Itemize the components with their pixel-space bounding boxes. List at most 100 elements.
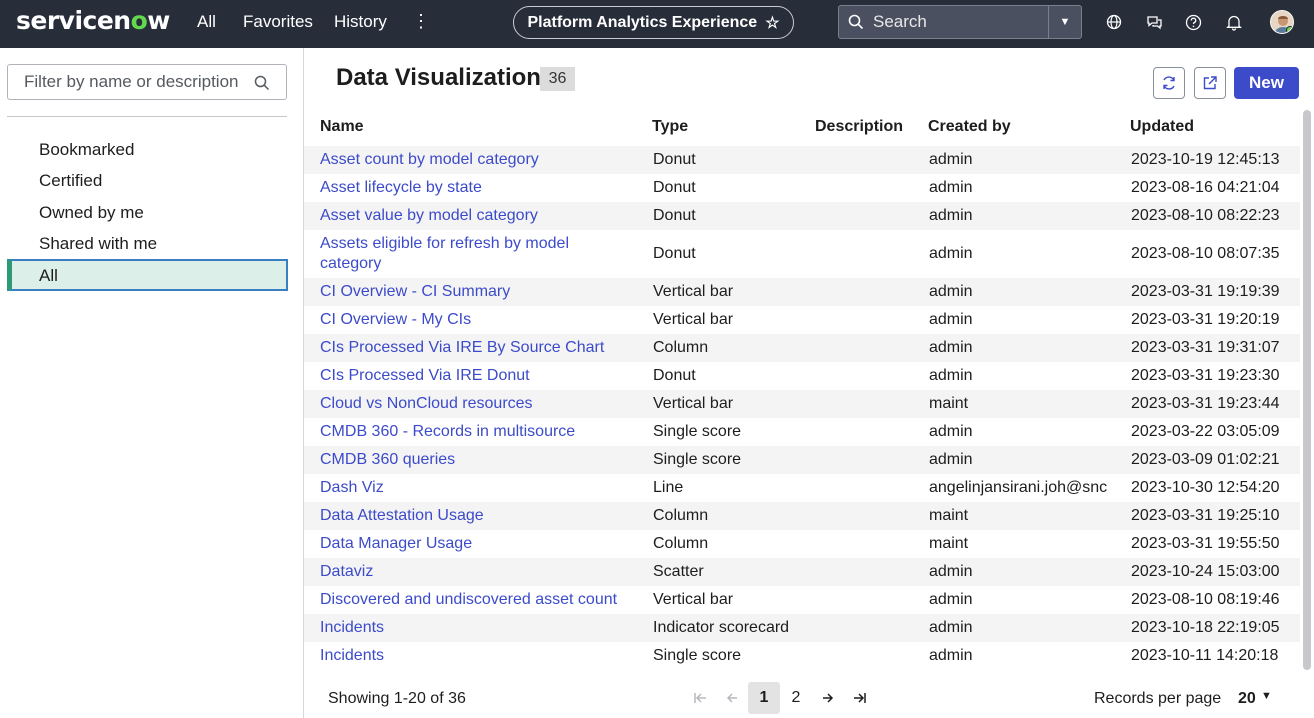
- column-header-name[interactable]: Name: [320, 118, 364, 136]
- sidebar-item-label: All: [39, 266, 58, 285]
- row-updated: 2023-08-16 04:21:04: [1131, 179, 1280, 196]
- row-name-link[interactable]: Asset value by model category: [320, 206, 538, 226]
- table-row[interactable]: CIs Processed Via IRE By Source Chart Col…: [304, 334, 1300, 362]
- row-name-link[interactable]: Data Attestation Usage: [320, 506, 484, 526]
- search-placeholder[interactable]: Search: [873, 12, 1048, 32]
- table-row[interactable]: Asset lifecycle by state Donut admin 2023-0…: [304, 174, 1300, 202]
- row-created-by: admin: [929, 647, 973, 664]
- table-row[interactable]: CI Overview - My CIs Vertical bar admin 202…: [304, 306, 1300, 334]
- row-created-by: angelinjansirani.joh@snc: [929, 479, 1108, 496]
- table-row[interactable]: Asset value by model category Donut admin 2…: [304, 202, 1300, 230]
- row-name-link[interactable]: Cloud vs NonCloud resources: [320, 394, 533, 414]
- sidebar-item-certified[interactable]: Certified: [39, 171, 102, 191]
- notification-bell-icon[interactable]: [1225, 13, 1243, 31]
- table-row[interactable]: CIs Processed Via IRE Donut Donut admin 202…: [304, 362, 1300, 390]
- row-type: Donut: [653, 151, 696, 168]
- row-name-link[interactable]: CIs Processed Via IRE By Source Chart: [320, 338, 604, 358]
- row-created-by: admin: [929, 179, 973, 196]
- user-avatar[interactable]: [1270, 10, 1294, 34]
- row-created-by: admin: [929, 207, 973, 224]
- table-row[interactable]: Dash Viz Line angelinjansirani.joh@snc 2023…: [304, 474, 1300, 502]
- table-row[interactable]: Data Manager Usage Column maint 2023-03-31 …: [304, 530, 1300, 558]
- row-created-by: admin: [929, 311, 973, 328]
- row-name-link[interactable]: Data Manager Usage: [320, 534, 472, 554]
- globe-icon[interactable]: [1105, 13, 1123, 31]
- row-name-link[interactable]: Incidents: [320, 618, 384, 638]
- servicenow-logo[interactable]: servicenow: [16, 6, 170, 35]
- logo-text-o: o: [130, 6, 148, 35]
- search-icon[interactable]: [254, 75, 270, 96]
- column-header-updated[interactable]: Updated: [1130, 118, 1194, 136]
- global-search[interactable]: Search ▼: [838, 5, 1082, 39]
- previous-page-icon[interactable]: [722, 682, 742, 714]
- column-header-type[interactable]: Type: [652, 118, 688, 136]
- row-name-link[interactable]: CMDB 360 - Records in multisource: [320, 422, 575, 442]
- nav-all[interactable]: All: [197, 12, 216, 32]
- row-name-link[interactable]: Discovered and undiscovered asset count: [320, 590, 617, 610]
- table-row[interactable]: Incidents Indicator scorecard admin 2023-10…: [304, 614, 1300, 642]
- sidebar-item-shared-with-me[interactable]: Shared with me: [39, 234, 157, 254]
- table-row[interactable]: CI Overview - CI Summary Vertical bar admi…: [304, 278, 1300, 306]
- page-1-button[interactable]: 1: [748, 682, 780, 714]
- nav-history[interactable]: History: [334, 12, 387, 32]
- next-page-icon[interactable]: [818, 682, 838, 714]
- table-row[interactable]: Asset count by model category Donut admin 2…: [304, 146, 1300, 174]
- filter-input[interactable]: [24, 72, 244, 92]
- row-updated: 2023-10-11 14:20:18: [1131, 647, 1279, 664]
- page-2-button[interactable]: 2: [786, 682, 806, 714]
- chevron-down-icon[interactable]: ▼: [1261, 690, 1272, 702]
- row-updated: 2023-03-31 19:23:44: [1131, 395, 1280, 412]
- row-name-link[interactable]: Dash Viz: [320, 478, 384, 498]
- row-name-link[interactable]: Assets eligible for refresh by model cat…: [320, 234, 610, 274]
- row-name-link[interactable]: CIs Processed Via IRE Donut: [320, 366, 530, 386]
- page-title: Data Visualizations: [336, 64, 555, 91]
- table-row[interactable]: Assets eligible for refresh by model cat…: [304, 230, 1300, 278]
- first-page-icon[interactable]: [690, 682, 710, 714]
- row-name-link[interactable]: Incidents: [320, 646, 384, 666]
- chat-icon[interactable]: [1145, 13, 1163, 31]
- row-name-link[interactable]: CI Overview - CI Summary: [320, 282, 510, 302]
- refresh-button[interactable]: [1153, 67, 1185, 99]
- row-type: Donut: [653, 179, 696, 196]
- more-menu-icon[interactable]: ⋮: [412, 11, 430, 31]
- scrollbar-thumb[interactable]: [1303, 110, 1311, 670]
- table-row[interactable]: Incidents Single score admin 2023-10-11 14:…: [304, 642, 1300, 668]
- column-header-created-by[interactable]: Created by: [928, 118, 1011, 136]
- row-updated: 2023-03-31 19:19:39: [1131, 283, 1280, 300]
- sidebar-item-owned-by-me[interactable]: Owned by me: [39, 203, 144, 223]
- sidebar-item-bookmarked[interactable]: Bookmarked: [39, 140, 134, 160]
- row-updated: 2023-03-31 19:55:50: [1131, 535, 1280, 552]
- help-icon[interactable]: [1184, 13, 1202, 31]
- table-row[interactable]: CMDB 360 queries Single score admin 2023-03…: [304, 446, 1300, 474]
- row-updated: 2023-10-19 12:45:13: [1131, 151, 1280, 168]
- row-name-link[interactable]: CI Overview - My CIs: [320, 310, 471, 330]
- row-type: Single score: [653, 647, 742, 664]
- sidebar-item-all[interactable]: All: [7, 259, 288, 291]
- table-row[interactable]: Discovered and undiscovered asset count V…: [304, 586, 1300, 614]
- records-per-page-select[interactable]: 20: [1238, 690, 1256, 708]
- column-header-description[interactable]: Description: [815, 118, 903, 136]
- pagination-footer: Showing 1-20 of 36 1 2 Records per page …: [304, 680, 1314, 718]
- row-name-link[interactable]: CMDB 360 queries: [320, 450, 455, 470]
- search-dropdown-icon[interactable]: ▼: [1048, 6, 1081, 38]
- table-row[interactable]: CMDB 360 - Records in multisource Single …: [304, 418, 1300, 446]
- new-button[interactable]: New: [1234, 67, 1299, 99]
- table-row[interactable]: Dataviz Scatter admin 2023-10-24 15:03:00: [304, 558, 1300, 586]
- row-name-link[interactable]: Asset lifecycle by state: [320, 178, 482, 198]
- row-name-link[interactable]: Dataviz: [320, 562, 373, 582]
- sidebar-filter[interactable]: [7, 64, 287, 100]
- logo-text-pre: servicen: [16, 6, 131, 35]
- nav-favorites[interactable]: Favorites: [243, 12, 313, 32]
- row-name-link[interactable]: Asset count by model category: [320, 150, 539, 170]
- export-button[interactable]: [1194, 67, 1226, 99]
- app-name-pill[interactable]: Platform Analytics Experience ☆: [513, 6, 794, 39]
- table-row[interactable]: Data Attestation Usage Column maint 2023-03…: [304, 502, 1300, 530]
- row-type: Donut: [653, 367, 696, 384]
- table-row[interactable]: Cloud vs NonCloud resources Vertical bar m…: [304, 390, 1300, 418]
- star-icon[interactable]: ☆: [765, 13, 779, 33]
- record-count-badge: 36: [540, 67, 575, 91]
- table-scrollbar[interactable]: [1302, 108, 1312, 670]
- row-updated: 2023-03-09 01:02:21: [1131, 451, 1280, 468]
- sidebar: Bookmarked Certified Owned by me Shared …: [0, 48, 304, 718]
- last-page-icon[interactable]: [850, 682, 870, 714]
